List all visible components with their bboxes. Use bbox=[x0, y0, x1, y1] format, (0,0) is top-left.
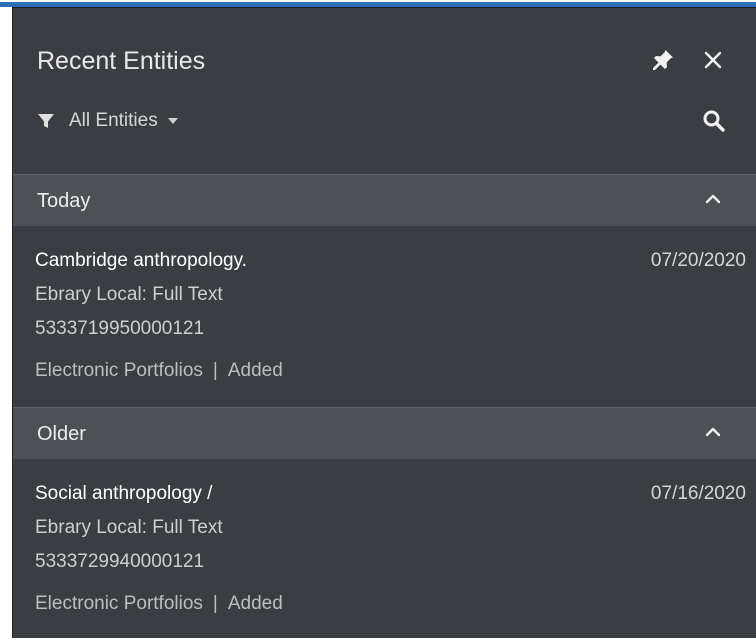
entity-meta: Electronic Portfolios | Added bbox=[35, 360, 283, 382]
pin-button[interactable] bbox=[649, 46, 677, 74]
entity-action: Added bbox=[227, 593, 283, 614]
panel-header: Recent Entities All Entities bbox=[13, 8, 756, 174]
pin-icon bbox=[653, 50, 673, 70]
meta-separator: | bbox=[212, 593, 218, 614]
entity-code: 5333719950000121 bbox=[35, 318, 205, 339]
close-button[interactable] bbox=[699, 46, 727, 74]
entity-library: Ebrary Local: Full Text bbox=[35, 284, 223, 305]
entity-date: 07/16/2020 bbox=[650, 483, 746, 504]
list-item[interactable]: Cambridge anthropology. 07/20/2020 Ebrar… bbox=[13, 226, 756, 407]
entity-name: Social anthropology / bbox=[35, 483, 213, 504]
meta-separator: | bbox=[212, 360, 218, 381]
entity-library: Ebrary Local: Full Text bbox=[35, 517, 223, 538]
list-item[interactable]: Social anthropology / 07/16/2020 Ebrary … bbox=[13, 459, 756, 640]
entity-code: 5333729940000121 bbox=[35, 551, 205, 572]
group-title: Today bbox=[37, 190, 91, 212]
chevron-up-icon bbox=[703, 189, 723, 209]
close-icon bbox=[704, 51, 722, 69]
entity-date: 07/20/2020 bbox=[650, 250, 746, 271]
entity-name: Cambridge anthropology. bbox=[35, 250, 247, 271]
entity-meta: Electronic Portfolios | Added bbox=[35, 593, 283, 615]
search-button[interactable] bbox=[699, 106, 729, 136]
filter-icon bbox=[38, 114, 54, 128]
entity-type: Electronic Portfolios bbox=[35, 360, 203, 381]
panel-title: Recent Entities bbox=[37, 47, 206, 75]
entity-action: Added bbox=[227, 360, 283, 381]
entity-type: Electronic Portfolios bbox=[35, 593, 203, 614]
group-header-today[interactable]: Today bbox=[13, 174, 756, 226]
chevron-up-icon bbox=[703, 422, 723, 442]
filter-label: All Entities bbox=[69, 110, 158, 131]
search-icon bbox=[703, 110, 725, 132]
entity-filter-dropdown[interactable]: All Entities bbox=[37, 108, 178, 134]
group-title: Older bbox=[37, 423, 86, 445]
caret-down-icon bbox=[167, 117, 178, 125]
recent-entities-panel: Recent Entities All Entities Today Cambr… bbox=[12, 7, 756, 638]
group-header-older[interactable]: Older bbox=[13, 407, 756, 459]
